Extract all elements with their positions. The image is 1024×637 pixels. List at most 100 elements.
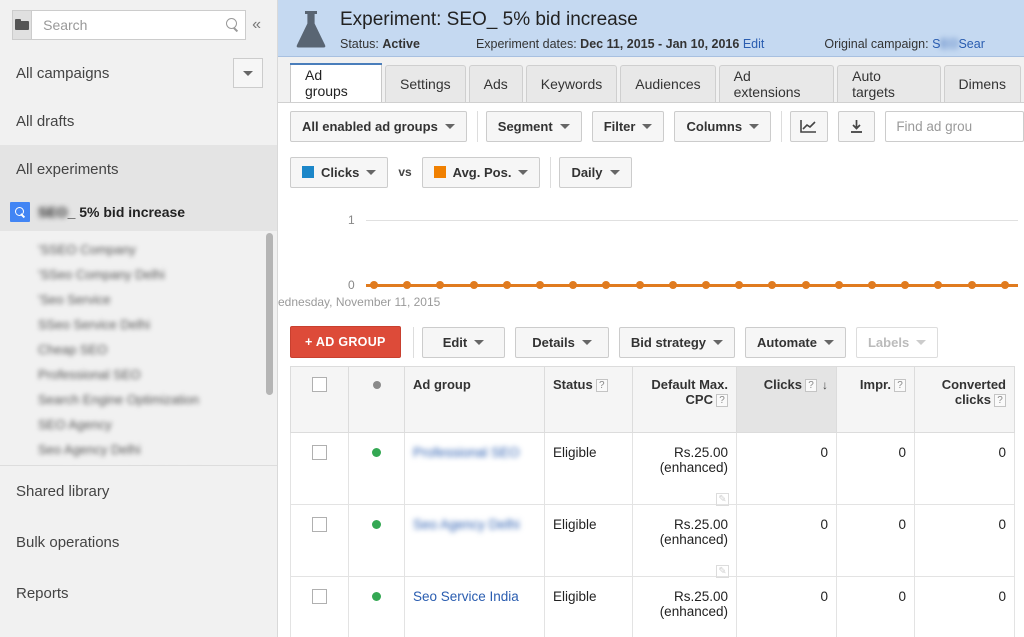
row-checkbox[interactable] — [312, 445, 327, 460]
sidebar-scrollbar[interactable] — [266, 233, 273, 395]
data-point[interactable] — [669, 281, 677, 289]
list-item[interactable]: Seo Agency Delhi — [38, 437, 277, 462]
tab-ad-extensions[interactable]: Ad extensions — [719, 65, 835, 102]
download-icon[interactable] — [838, 111, 876, 142]
select-all-checkbox[interactable] — [312, 377, 327, 392]
tab-label: Keywords — [541, 76, 602, 92]
edit-dates-link[interactable]: Edit — [743, 37, 765, 51]
column-header-status[interactable]: Status? — [545, 367, 633, 433]
list-item[interactable]: 'Seo Service — [38, 287, 277, 312]
data-point[interactable] — [1001, 281, 1009, 289]
list-item[interactable]: Search Engine Optimization — [38, 387, 277, 412]
column-header-ad-group[interactable]: Ad group — [405, 367, 545, 433]
metric-2-selector[interactable]: Avg. Pos. — [422, 157, 541, 188]
data-point[interactable] — [569, 281, 577, 289]
details-button[interactable]: Details — [515, 327, 609, 358]
sidebar-item-reports[interactable]: Reports — [0, 568, 277, 619]
columns-button[interactable]: Columns — [674, 111, 771, 142]
tab-dimensions[interactable]: Dimens — [944, 65, 1021, 102]
list-item[interactable]: 'SSEO Company — [38, 237, 277, 262]
find-ad-groups-input[interactable] — [894, 118, 1015, 135]
find-ad-groups-box[interactable] — [885, 111, 1024, 142]
sidebar-item-all-drafts[interactable]: All drafts — [0, 97, 277, 145]
data-point[interactable] — [602, 281, 610, 289]
tab-keywords[interactable]: Keywords — [526, 65, 617, 102]
data-point[interactable] — [802, 281, 810, 289]
granularity-selector[interactable]: Daily — [559, 157, 631, 188]
data-point[interactable] — [536, 281, 544, 289]
sidebar-item-shared-library[interactable]: Shared library — [0, 466, 277, 517]
metric-1-selector[interactable]: Clicks — [290, 157, 388, 188]
bid-strategy-button[interactable]: Bid strategy — [619, 327, 735, 358]
help-icon[interactable]: ? — [805, 379, 817, 392]
data-point[interactable] — [436, 281, 444, 289]
row-checkbox[interactable] — [312, 589, 327, 604]
data-point[interactable] — [503, 281, 511, 289]
tab-settings[interactable]: Settings — [385, 65, 466, 102]
tab-audiences[interactable]: Audiences — [620, 65, 715, 102]
row-checkbox[interactable] — [312, 517, 327, 532]
sidebar-item-experiment[interactable]: SEO_ 5% bid increase — [0, 193, 277, 231]
data-point[interactable] — [403, 281, 411, 289]
data-point[interactable] — [934, 281, 942, 289]
collapse-sidebar-button[interactable]: « — [246, 16, 267, 34]
original-campaign-link[interactable]: SEOSear — [932, 37, 985, 51]
sidebar-item-bulk-operations[interactable]: Bulk operations — [0, 517, 277, 568]
column-header-default-max-cpc[interactable]: Default Max. CPC? — [633, 367, 737, 433]
folder-icon[interactable] — [12, 10, 31, 40]
performance-chart: 1 0 ednesday, November 11, 2015 — [278, 196, 1024, 318]
ad-group-link[interactable]: Professional SEO — [413, 445, 520, 460]
data-point[interactable] — [470, 281, 478, 289]
data-point[interactable] — [735, 281, 743, 289]
row-select-cell[interactable] — [291, 433, 349, 505]
ad-group-link[interactable]: Seo Service India — [413, 589, 519, 604]
row-select-cell[interactable] — [291, 577, 349, 637]
sort-desc-icon: ↓ — [822, 378, 828, 392]
row-cpc-cell[interactable]: Rs.25.00 (enhanced) — [633, 577, 737, 637]
row-cpc-cell[interactable]: Rs.25.00 (enhanced) ✎ — [633, 433, 737, 505]
line-chart-icon[interactable] — [790, 111, 828, 142]
table-row[interactable]: Seo Service India Eligible Rs.25.00 (enh… — [291, 577, 1015, 637]
data-point[interactable] — [868, 281, 876, 289]
row-cpc-cell[interactable]: Rs.25.00 (enhanced) ✎ — [633, 505, 737, 577]
tab-auto-targets[interactable]: Auto targets — [837, 65, 940, 102]
filter-button[interactable]: Filter — [592, 111, 665, 142]
help-icon[interactable]: ? — [716, 394, 728, 407]
view-selector-button[interactable]: All enabled ad groups — [290, 111, 467, 142]
list-item[interactable]: Cheap SEO — [38, 337, 277, 362]
sidebar-item-all-experiments[interactable]: All experiments — [0, 145, 277, 193]
list-item[interactable]: Professional SEO — [38, 362, 277, 387]
data-point[interactable] — [370, 281, 378, 289]
automate-button[interactable]: Automate — [745, 327, 846, 358]
data-point[interactable] — [636, 281, 644, 289]
data-point[interactable] — [835, 281, 843, 289]
add-ad-group-button[interactable]: + AD GROUP — [290, 326, 401, 358]
tab-ads[interactable]: Ads — [469, 65, 523, 102]
list-item[interactable]: SEO Agency — [38, 412, 277, 437]
segment-button[interactable]: Segment — [486, 111, 582, 142]
help-icon[interactable]: ? — [596, 379, 608, 392]
chevron-down-icon[interactable] — [233, 58, 263, 88]
table-row[interactable]: Seo Agency Delhi Eligible Rs.25.00 (enha… — [291, 505, 1015, 577]
row-select-cell[interactable] — [291, 505, 349, 577]
search-input[interactable] — [41, 16, 226, 34]
column-header-clicks[interactable]: Clicks?↓ — [737, 367, 837, 433]
list-item[interactable]: SEO Company in Delhi/NCR — [38, 462, 277, 465]
data-point[interactable] — [702, 281, 710, 289]
list-item[interactable]: 'SSeo Company Delhi — [38, 262, 277, 287]
tab-ad-groups[interactable]: Ad groups — [290, 63, 382, 102]
help-icon[interactable]: ? — [994, 394, 1006, 407]
edit-button[interactable]: Edit — [422, 327, 506, 358]
data-point[interactable] — [768, 281, 776, 289]
ad-group-link[interactable]: Seo Agency Delhi — [413, 517, 520, 532]
data-point[interactable] — [968, 281, 976, 289]
table-row[interactable]: Professional SEO Eligible Rs.25.00 (enha… — [291, 433, 1015, 505]
select-all-header[interactable] — [291, 367, 349, 433]
sidebar-item-all-campaigns[interactable]: All campaigns — [0, 49, 277, 97]
search-box[interactable] — [31, 10, 246, 40]
column-header-converted-clicks[interactable]: Converted clicks? — [915, 367, 1015, 433]
list-item[interactable]: SSeo Service Delhi — [38, 312, 277, 337]
column-header-impr[interactable]: Impr.? — [837, 367, 915, 433]
data-point[interactable] — [901, 281, 909, 289]
help-icon[interactable]: ? — [894, 379, 906, 392]
